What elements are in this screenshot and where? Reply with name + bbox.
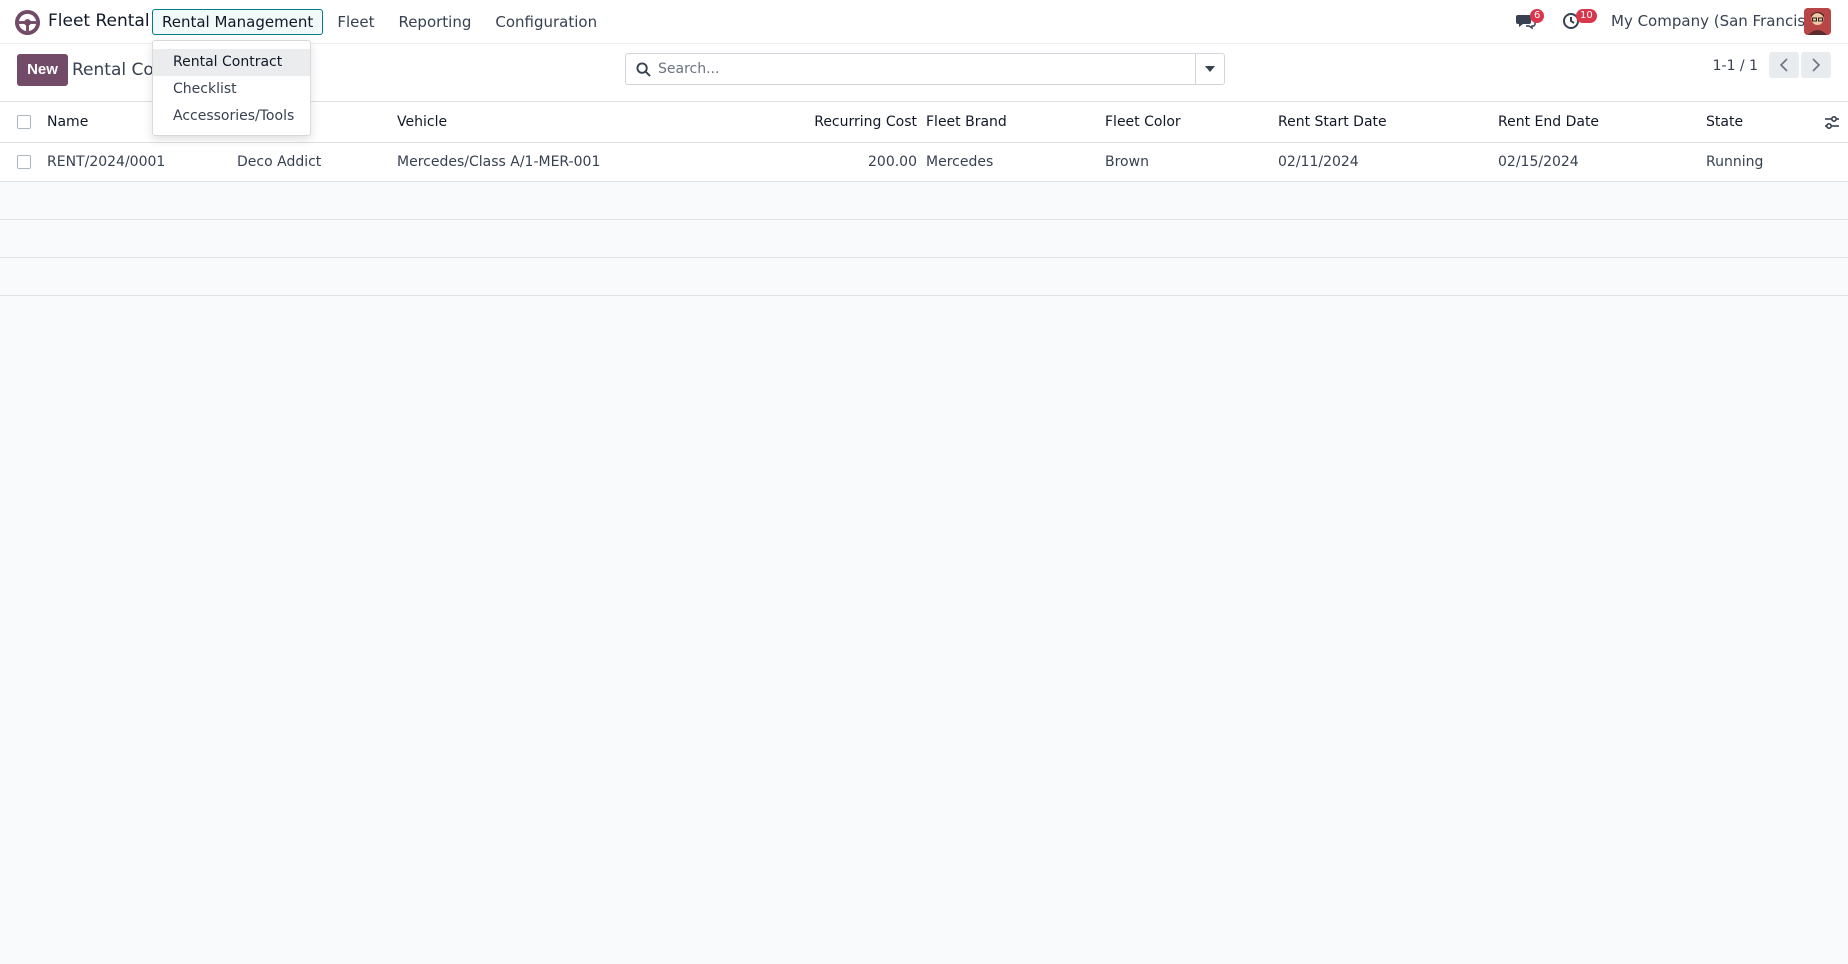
- search-options-toggle[interactable]: [1195, 54, 1224, 84]
- column-header-recurring-cost[interactable]: Recurring Cost: [780, 102, 917, 142]
- table-row[interactable]: RENT/2024/0001 Deco Addict Mercedes/Clas…: [0, 143, 1848, 182]
- menu-reporting[interactable]: Reporting: [388, 9, 481, 35]
- messages-badge: 6: [1530, 9, 1545, 23]
- main-menu: Rental Management Fleet Reporting Config…: [152, 9, 611, 35]
- avatar-icon: [1804, 8, 1831, 35]
- pager-next-button[interactable]: [1801, 52, 1831, 78]
- column-header-vehicle[interactable]: Vehicle: [397, 102, 447, 142]
- cell-customer: Deco Addict: [237, 154, 322, 170]
- column-header-rent-end-date[interactable]: Rent End Date: [1498, 102, 1599, 142]
- cell-name: RENT/2024/0001: [47, 154, 166, 170]
- optional-columns-icon[interactable]: [1824, 115, 1840, 131]
- chevron-right-icon: [1812, 58, 1821, 72]
- caret-down-icon: [1205, 66, 1215, 72]
- row-checkbox[interactable]: [17, 155, 31, 169]
- cell-rent-end-date: 02/15/2024: [1498, 154, 1579, 170]
- dropdown-item-checklist[interactable]: Checklist: [153, 76, 310, 103]
- search-icon: [636, 62, 651, 77]
- search-input[interactable]: [658, 59, 1178, 79]
- menu-fleet[interactable]: Fleet: [327, 9, 384, 35]
- cell-recurring-cost: 200.00: [868, 154, 917, 170]
- dropdown-item-rental-contract[interactable]: Rental Contract: [153, 49, 310, 76]
- pager-value[interactable]: 1-1 / 1: [1713, 58, 1758, 74]
- rental-management-dropdown: Rental Contract Checklist Accessories/To…: [152, 40, 311, 136]
- column-header-rent-start-date[interactable]: Rent Start Date: [1278, 102, 1387, 142]
- cell-fleet-brand: Mercedes: [926, 154, 994, 170]
- column-header-name[interactable]: Name: [47, 102, 88, 142]
- new-button[interactable]: New: [17, 54, 68, 86]
- cell-rent-start-date: 02/11/2024: [1278, 154, 1359, 170]
- empty-row: [0, 258, 1848, 296]
- top-navbar: Fleet Rental Rental Management Fleet Rep…: [0, 0, 1848, 44]
- search-bar: [625, 53, 1225, 85]
- empty-row: [0, 182, 1848, 220]
- column-header-fleet-brand[interactable]: Fleet Brand: [926, 102, 1007, 142]
- menu-configuration[interactable]: Configuration: [485, 9, 607, 35]
- chevron-left-icon: [1779, 58, 1788, 72]
- row-select-cell: [17, 143, 31, 181]
- select-all-checkbox[interactable]: [17, 115, 31, 129]
- cell-vehicle: Mercedes/Class A/1-MER-001: [397, 154, 601, 170]
- messages-button[interactable]: 6: [1516, 9, 1545, 32]
- user-avatar[interactable]: [1804, 8, 1831, 35]
- steering-wheel-icon[interactable]: [14, 9, 41, 36]
- dropdown-item-accessories-tools[interactable]: Accessories/Tools: [153, 103, 310, 130]
- cell-fleet-color: Brown: [1105, 154, 1149, 170]
- activities-button[interactable]: 10: [1562, 9, 1597, 32]
- company-switcher[interactable]: My Company (San Francisco): [1611, 12, 1828, 30]
- app-name[interactable]: Fleet Rental: [48, 11, 150, 31]
- empty-row: [0, 220, 1848, 258]
- activities-badge: 10: [1576, 9, 1597, 23]
- column-header-state[interactable]: State: [1706, 102, 1743, 142]
- select-all-cell: [17, 102, 31, 142]
- column-header-fleet-color[interactable]: Fleet Color: [1105, 102, 1181, 142]
- pager-previous-button[interactable]: [1769, 52, 1799, 78]
- cell-state: Running: [1706, 154, 1764, 170]
- menu-rental-management[interactable]: Rental Management: [152, 9, 324, 35]
